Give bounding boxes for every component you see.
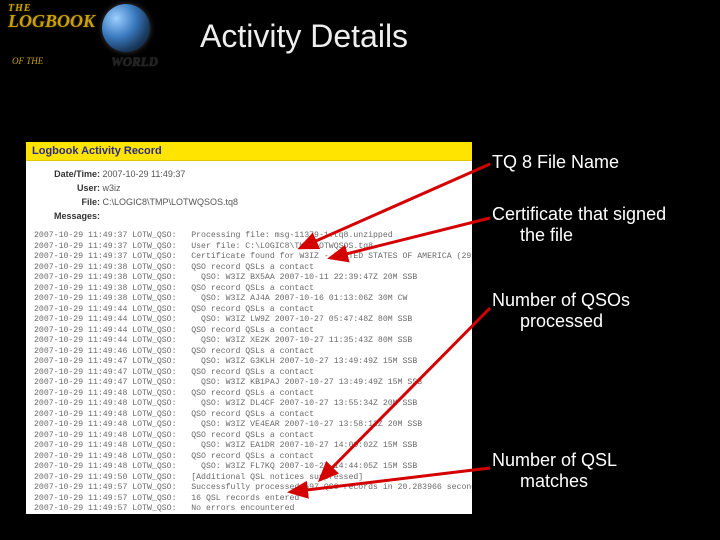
callout-line2: processed [492, 311, 702, 332]
log-area: 2007-10-29 11:49:37 LOTW_QSO: Processing… [26, 225, 472, 514]
meta-row-user: User: w3iz [36, 183, 462, 193]
meta-row-datetime: Date/Time: 2007-10-29 11:49:37 [36, 169, 462, 179]
meta-row-file: File: C:\LOGIC8\TMP\LOTWQSOS.tq8 [36, 197, 462, 207]
file-value: C:\LOGIC8\TMP\LOTWQSOS.tq8 [103, 197, 239, 207]
slide-title: Activity Details [200, 18, 408, 55]
datetime-value: 2007-10-29 11:49:37 [103, 169, 186, 179]
callout-line1: Certificate that signed [492, 204, 666, 224]
callout-tq8-filename: TQ 8 File Name [492, 152, 702, 173]
log-text: 2007-10-29 11:49:37 LOTW_QSO: Processing… [34, 231, 464, 514]
callout-line1: Number of QSOs [492, 290, 630, 310]
messages-label: Messages: [36, 211, 100, 221]
datetime-label: Date/Time: [36, 169, 100, 179]
logo-ofthe: OF THE [12, 56, 43, 66]
meta-row-messages: Messages: [36, 211, 462, 221]
user-value: w3iz [103, 183, 121, 193]
globe-icon [102, 4, 150, 52]
panel-header: Logbook Activity Record [26, 142, 472, 161]
logo-world: WORLD [111, 54, 158, 70]
callout-qsl-matches: Number of QSL matches [492, 450, 702, 491]
callout-text: TQ 8 File Name [492, 152, 619, 172]
callout-qsos-processed: Number of QSOs processed [492, 290, 702, 331]
lotw-logo: THE LOGBOOK OF THE WORLD [8, 4, 158, 64]
callout-line1: Number of QSL [492, 450, 617, 470]
activity-record-panel: Logbook Activity Record Date/Time: 2007-… [26, 142, 472, 514]
panel-meta: Date/Time: 2007-10-29 11:49:37 User: w3i… [26, 161, 472, 221]
callout-certificate: Certificate that signed the file [492, 204, 702, 245]
callout-line2: matches [492, 471, 702, 492]
file-label: File: [36, 197, 100, 207]
callout-line2: the file [492, 225, 702, 246]
user-label: User: [36, 183, 100, 193]
